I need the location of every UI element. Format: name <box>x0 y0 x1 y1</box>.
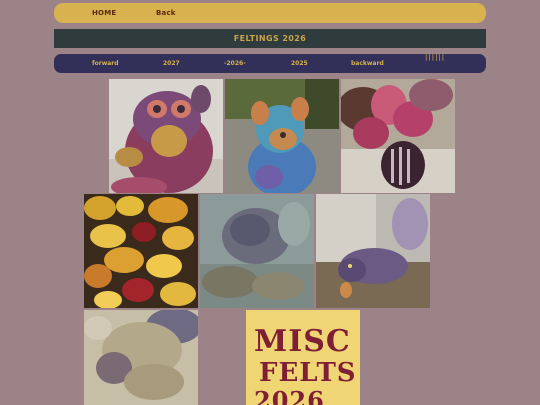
misc-line-1: MISC <box>254 324 351 359</box>
misc-felts-tile[interactable]: MISC FELTS 2026 <box>246 310 360 405</box>
page-title-bar: FELTINGS 2026 <box>54 29 486 48</box>
nav-ticks: |||||| <box>425 53 446 61</box>
top-nav: HOME Back <box>54 3 486 23</box>
photo-tile-grey-blur[interactable] <box>200 194 314 308</box>
forward-link[interactable]: forward <box>92 60 119 67</box>
photo-tile-blue-animal[interactable] <box>225 79 339 193</box>
page-title: FELTINGS 2026 <box>233 34 307 43</box>
year-2025-link[interactable]: 2025 <box>291 60 308 67</box>
backward-link[interactable]: backward <box>351 60 384 67</box>
misc-line-2: FELTS <box>259 358 357 388</box>
misc-line-3: 2026 <box>254 386 325 405</box>
year-2026-link[interactable]: -2026- <box>224 60 246 67</box>
felted-dragon-image <box>109 79 223 193</box>
photo-tile-dragon[interactable] <box>109 79 223 193</box>
back-link[interactable]: Back <box>156 9 176 17</box>
photo-tile-yellow-bits[interactable] <box>84 194 198 308</box>
felted-yellow-bits-image <box>84 194 198 308</box>
photo-tile-pink-flower[interactable] <box>341 79 455 193</box>
year-2027-link[interactable]: 2027 <box>163 60 180 67</box>
photo-tile-fuzzy-creature[interactable] <box>84 310 198 405</box>
felted-purple-bird-image <box>316 194 430 308</box>
home-link[interactable]: HOME <box>92 9 116 17</box>
year-nav: forward 2027 -2026- 2025 backward |||||| <box>54 53 486 73</box>
felted-fuzzy-creature-image <box>84 310 198 405</box>
felted-grey-blur-image <box>200 194 314 308</box>
felted-pink-flower-image <box>341 79 455 193</box>
photo-tile-purple-bird[interactable] <box>316 194 430 308</box>
felted-blue-animal-image <box>225 79 339 193</box>
